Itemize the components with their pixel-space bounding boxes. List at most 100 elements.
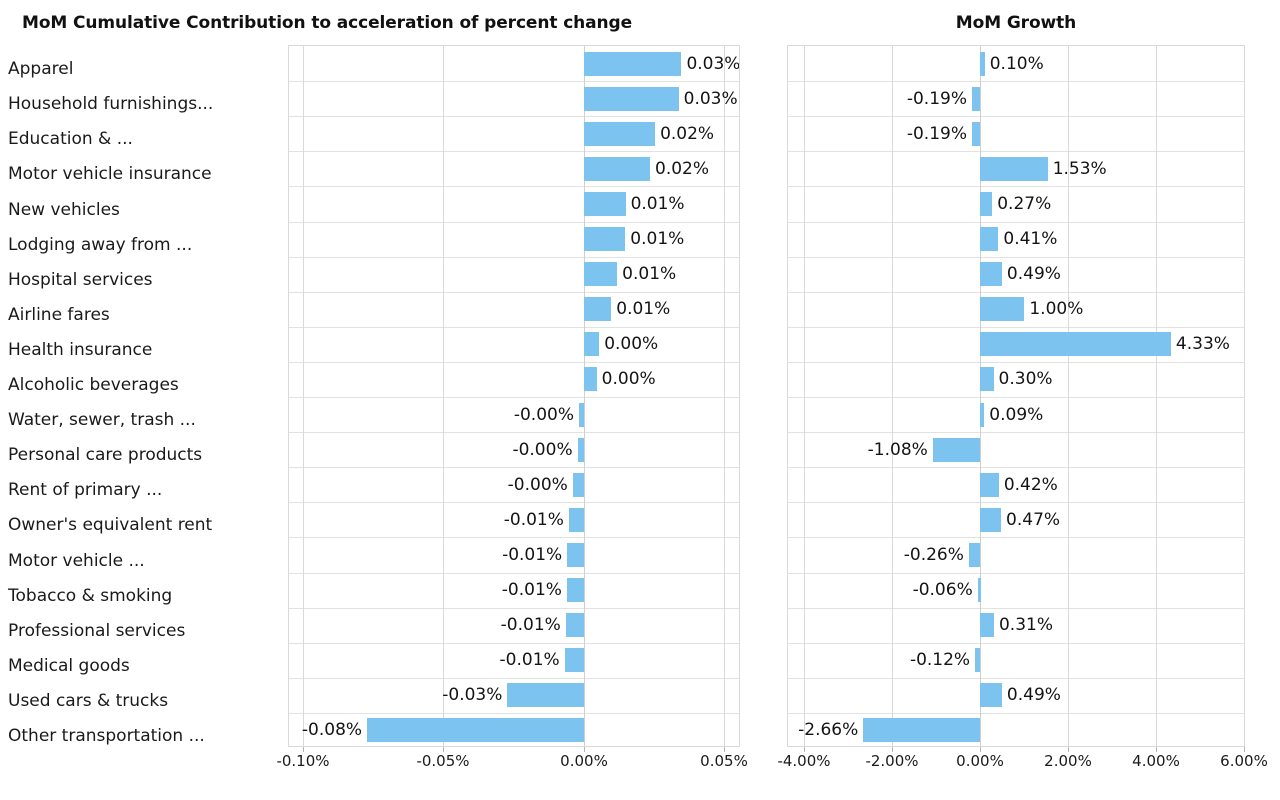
gridline-horizontal	[788, 151, 1244, 152]
bar-value-label: 0.41%	[1003, 229, 1058, 250]
category-label: Tobacco & smoking	[8, 585, 173, 606]
bar-value-label: 0.03%	[683, 88, 738, 109]
bar	[980, 297, 1025, 322]
gridline-horizontal	[788, 643, 1244, 644]
category-label: Other transportation ...	[8, 726, 205, 746]
bar-value-label: 0.27%	[997, 193, 1052, 214]
category-label: Rent of primary ...	[8, 480, 163, 501]
bar-value-label: -0.00%	[507, 474, 568, 495]
gridline-horizontal	[788, 502, 1244, 503]
category-label: Water, sewer, trash ...	[8, 410, 196, 431]
bar-value-label: -0.01%	[501, 580, 562, 601]
gridline-horizontal	[788, 257, 1244, 258]
bar-value-label: -0.08%	[301, 720, 363, 741]
gridline-horizontal	[788, 678, 1244, 679]
bar-value-label: 0.09%	[989, 404, 1044, 425]
bar	[507, 683, 584, 708]
category-label: Motor vehicle insurance	[8, 164, 212, 185]
bar-value-label: -1.08%	[867, 439, 928, 460]
bar	[568, 507, 584, 532]
bar	[971, 86, 981, 111]
category-label: Health insurance	[8, 339, 153, 360]
gridline-vertical	[303, 46, 304, 746]
x-tick-label: -2.00%	[865, 752, 919, 770]
bar-value-label: -0.00%	[513, 404, 574, 425]
bar	[583, 51, 682, 76]
figure: MoM Cumulative Contribution to accelerat…	[0, 0, 1280, 800]
category-label: New vehicles	[8, 199, 120, 220]
gridline-horizontal	[788, 186, 1244, 187]
bar	[980, 683, 1002, 708]
bar-value-label: 0.01%	[616, 299, 671, 320]
gridline-vertical	[443, 46, 444, 746]
bar	[980, 613, 994, 638]
bar	[583, 191, 626, 216]
gridline-horizontal	[788, 116, 1244, 117]
bar	[572, 472, 584, 497]
bar-value-label: -0.03%	[442, 685, 503, 706]
bar-value-label: 0.01%	[630, 229, 685, 250]
bar-value-label: -0.19%	[906, 88, 967, 109]
gridline-horizontal	[788, 713, 1244, 714]
gridline-horizontal	[289, 678, 739, 679]
bar	[583, 297, 612, 322]
bar	[583, 86, 679, 111]
gridline-horizontal	[788, 608, 1244, 609]
bar	[583, 121, 656, 146]
bar-value-label: -0.12%	[909, 650, 971, 671]
right-chart-plot-area: 0.10% -0.19% -0.19% 1.53% 0.27% 0.41% 0.49% 1.0…	[787, 45, 1245, 747]
bar-value-label: 0.00%	[604, 334, 659, 355]
bar-value-label: 1.53%	[1052, 158, 1107, 179]
bar-value-label: -0.26%	[903, 544, 964, 565]
gridline-vertical	[804, 46, 805, 746]
bar	[583, 367, 597, 392]
x-tick-label: 6.00%	[1220, 752, 1268, 770]
x-tick-label: 0.05%	[700, 752, 748, 770]
gridline-horizontal	[788, 81, 1244, 82]
category-label: Apparel	[8, 59, 74, 80]
gridline-horizontal	[289, 397, 739, 398]
category-label: Lodging away from ...	[8, 234, 193, 255]
gridline-horizontal	[788, 292, 1244, 293]
gridline-vertical	[892, 46, 893, 746]
bar	[980, 507, 1002, 532]
bar-value-label: 0.03%	[686, 53, 739, 74]
bar	[968, 542, 981, 567]
x-tick-label: -0.05%	[416, 752, 470, 770]
gridline-vertical	[980, 46, 981, 746]
bar-value-label: -2.66%	[798, 720, 859, 741]
category-label: Personal care products	[8, 445, 203, 466]
gridline-horizontal	[289, 432, 739, 433]
bar-value-label: 0.49%	[1006, 264, 1061, 285]
gridline-horizontal	[289, 327, 739, 328]
bar	[583, 156, 650, 181]
bar	[980, 262, 1002, 287]
x-tick-label: -0.10%	[276, 752, 330, 770]
gridline-vertical	[724, 46, 725, 746]
x-tick-label: 0.00%	[560, 752, 608, 770]
bar	[577, 437, 584, 462]
category-label: Motor vehicle ...	[8, 550, 145, 571]
gridline-horizontal	[289, 186, 739, 187]
category-label: Education & ...	[8, 129, 133, 150]
gridline-horizontal	[289, 292, 739, 293]
bar	[583, 262, 618, 287]
gridline-horizontal	[289, 257, 739, 258]
bar	[980, 472, 999, 497]
bar	[565, 613, 584, 638]
bar	[566, 578, 584, 603]
bar	[932, 437, 981, 462]
category-label: Alcoholic beverages	[8, 375, 179, 395]
bar-value-label: 0.30%	[998, 369, 1053, 390]
bar	[564, 648, 584, 673]
gridline-horizontal	[788, 222, 1244, 223]
gridline-horizontal	[289, 537, 739, 538]
bar	[980, 156, 1048, 181]
bar-value-label: -0.06%	[912, 580, 973, 601]
bar-value-label: -0.01%	[502, 544, 563, 565]
category-label: Professional services	[8, 620, 186, 641]
gridline-horizontal	[788, 362, 1244, 363]
gridline-horizontal	[289, 222, 739, 223]
gridline-vertical	[1068, 46, 1069, 746]
bar-value-label: -0.19%	[906, 123, 967, 144]
